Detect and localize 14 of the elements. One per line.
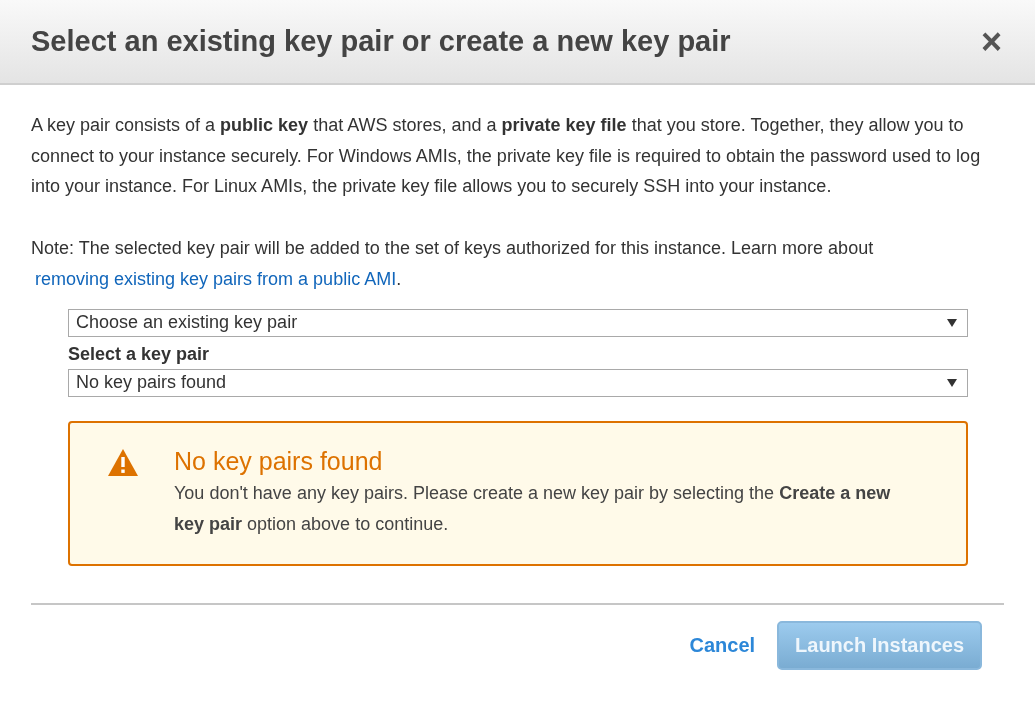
warning-icon	[108, 448, 138, 476]
cancel-button[interactable]: Cancel	[689, 630, 756, 660]
close-button[interactable]: ×	[980, 23, 1002, 60]
key-pair-select[interactable]: No key pairs found	[68, 368, 968, 397]
warning-message: You don't have any key pairs. Please create a new key pair by selecting the Create a new key pair option above to continue.	[174, 481, 892, 536]
intro-paragraph: A key pair consists of a public key that AWS stores, and a private key file that you store. Together, they allow you to connect to your instance securely. For Windows AMIs, the private key file is required to obtain the password used to log into your instance. For Linux AMIs, the private key file allows you to securely SSH into your instance.	[31, 114, 982, 198]
key-pair-mode-select[interactable]: Choose an existing key pair	[68, 308, 968, 337]
caret-icon	[947, 318, 957, 327]
select-key-pair-label: Select a key pair	[68, 342, 211, 366]
dialog-title: Select an existing key pair or create a new key pair	[31, 23, 731, 59]
caret-icon	[947, 378, 957, 387]
warning-title: No key pairs found	[174, 445, 384, 477]
note-paragraph: Note: The selected key pair will be added to the set of keys authorized for this instance. Learn more about removing existing key pairs from a public AMI.	[31, 236, 875, 291]
removing-key-pairs-link[interactable]: removing existing key pairs from a public AMI	[35, 268, 397, 289]
